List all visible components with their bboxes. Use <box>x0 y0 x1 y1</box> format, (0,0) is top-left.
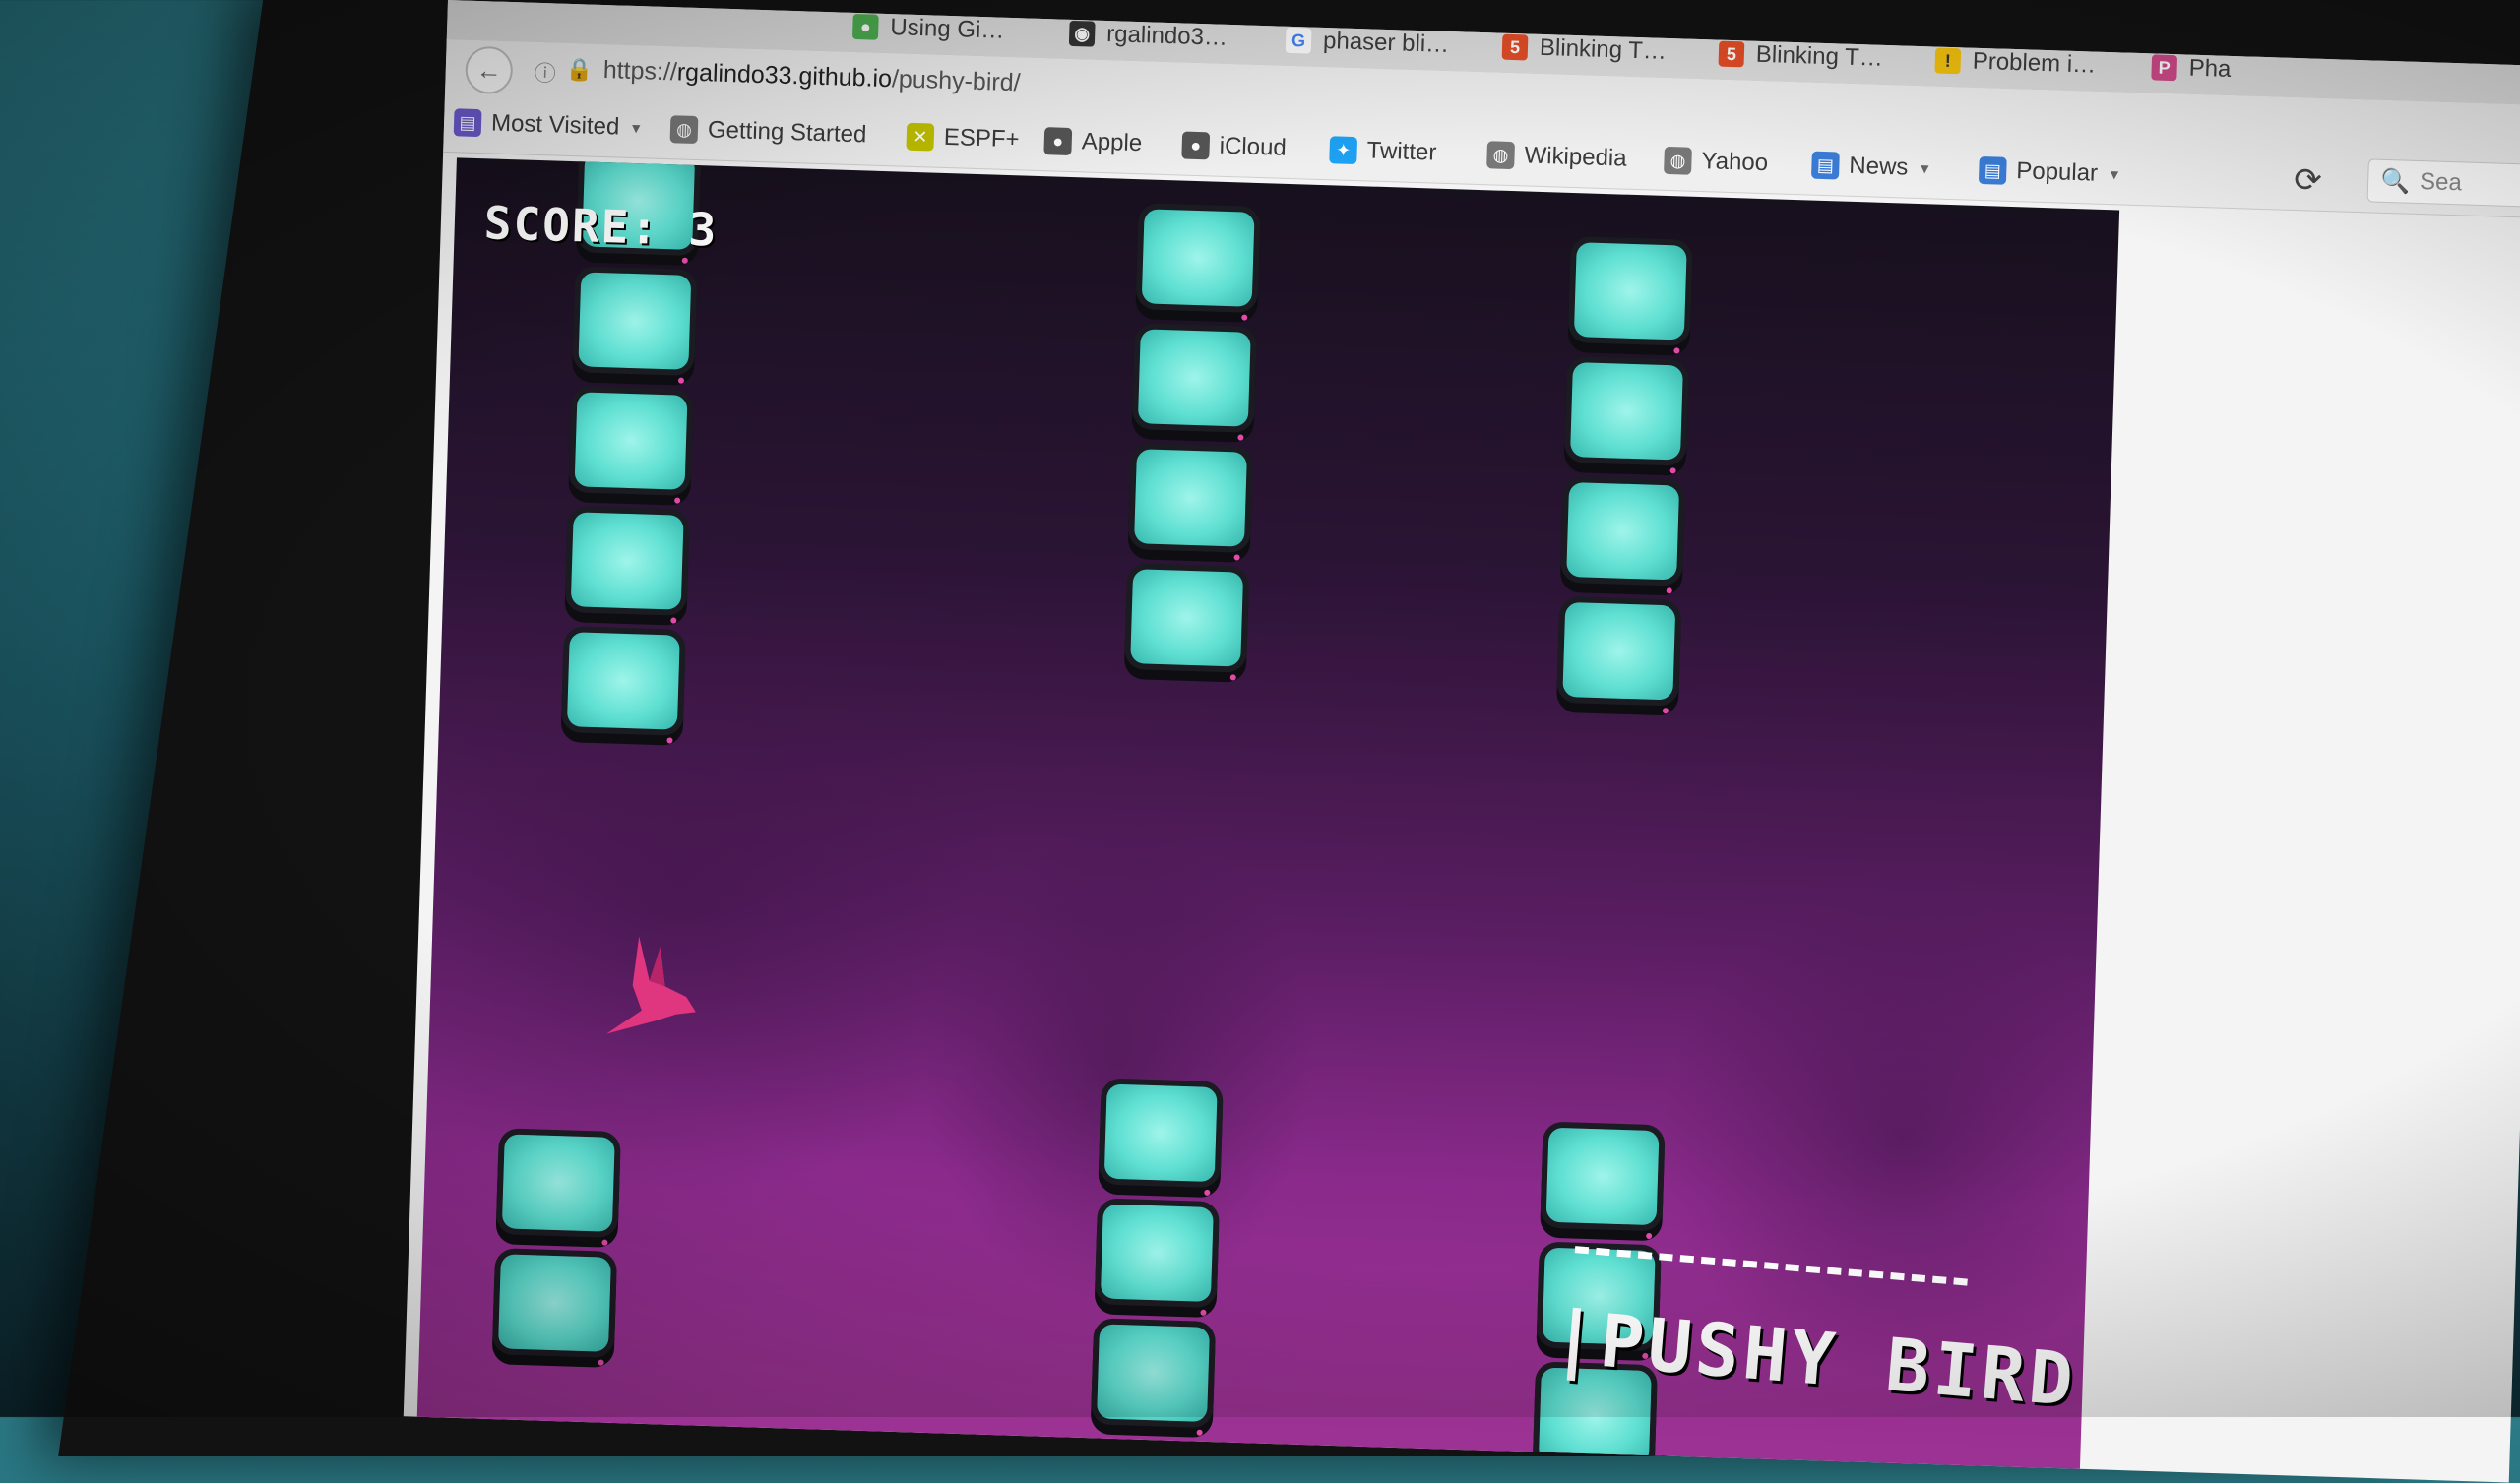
chevron-down-icon: ▼ <box>2107 166 2122 183</box>
score-value: 3 <box>687 202 720 257</box>
bookmark-icloud[interactable]: ● iCloud <box>1181 128 1287 166</box>
tv-block <box>570 512 684 610</box>
tab-label: phaser bli… <box>1322 27 1450 58</box>
lock-icon[interactable]: 🔒 <box>565 57 593 84</box>
game-canvas[interactable]: SCORE: 3 |PUSHY BIRD| <box>416 157 2120 1483</box>
bird-sprite <box>606 936 696 1034</box>
tv-block <box>1100 1204 1214 1302</box>
bookmark-label: ESPF+ <box>943 123 1020 154</box>
html5-icon: 5 <box>1501 33 1529 61</box>
bookmark-label: Popular <box>2015 157 2099 187</box>
url-field[interactable]: https://rgalindo33.github.io/pushy-bird/ <box>602 56 1021 97</box>
warning-icon: ! <box>1934 47 1962 75</box>
github-icon: ● <box>851 13 879 40</box>
search-icon: 🔍 <box>2379 167 2411 196</box>
bookmark-label: Apple <box>1081 128 1143 157</box>
tv-block <box>1545 1127 1660 1226</box>
tv-block <box>1141 209 1255 307</box>
score-label: SCORE: <box>483 196 661 255</box>
top-pipe-2 <box>1130 209 1255 667</box>
folder-icon: ▤ <box>453 108 482 138</box>
globe-icon: ◍ <box>1664 146 1692 175</box>
bookmark-label: Twitter <box>1366 137 1437 166</box>
tab-label: Blinking T… <box>1755 40 1884 72</box>
bookmark-twitter[interactable]: ✦ Twitter <box>1329 132 1437 170</box>
tab-label: rgalindo3… <box>1105 21 1228 51</box>
chevron-down-icon: ▼ <box>629 119 644 137</box>
tv-block <box>578 272 692 370</box>
search-input[interactable]: 🔍 Sea <box>2366 158 2520 210</box>
top-pipe-3 <box>1562 242 1687 701</box>
bookmark-label: iCloud <box>1219 132 1288 161</box>
tv-block <box>1134 449 1247 547</box>
tab-label: Blinking T… <box>1539 33 1668 65</box>
reload-icon[interactable]: ⟳ <box>2294 160 2323 201</box>
folder-icon: ▤ <box>1978 155 2007 185</box>
bookmark-wikipedia[interactable]: ◍ Wikipedia <box>1486 137 1627 176</box>
bookmark-espf[interactable]: ✕ ESPF+ <box>906 119 1020 158</box>
tab-label: Using Gi… <box>889 14 1005 44</box>
tv-block <box>1130 569 1244 667</box>
bookmark-label: News <box>1848 152 1909 181</box>
bottom-pipe-2 <box>1097 1083 1218 1422</box>
score-display: SCORE: 3 <box>483 196 719 256</box>
bookmark-label: Yahoo <box>1701 148 1769 177</box>
globe-icon: ◍ <box>1486 141 1516 170</box>
tv-block <box>1562 601 1676 701</box>
back-arrow-icon[interactable]: ← <box>465 45 514 95</box>
folder-icon: ▤ <box>1810 151 1840 180</box>
twitter-icon: ✦ <box>1329 136 1358 165</box>
bookmark-getting-started[interactable]: ◍ Getting Started <box>669 111 867 153</box>
bookmark-label: Most Visited <box>490 109 620 141</box>
tv-block <box>501 1134 615 1232</box>
bottom-pipe-1 <box>497 1134 615 1352</box>
globe-icon: ◍ <box>669 115 699 145</box>
phaser-icon: P <box>2151 54 2178 82</box>
github-icon: ◉ <box>1068 20 1096 47</box>
tv-block <box>1103 1083 1218 1183</box>
chevron-down-icon: ▼ <box>1918 159 1932 177</box>
url-path: /pushy-bird/ <box>891 65 1021 97</box>
bookmark-label: Wikipedia <box>1524 142 1627 172</box>
tab-label: Problem i… <box>1972 47 2097 79</box>
url-scheme: https:// <box>602 56 678 87</box>
tv-block <box>1573 242 1687 340</box>
tv-block <box>1569 362 1683 461</box>
bookmark-news[interactable]: ▤ News ▼ <box>1810 148 1932 187</box>
apple-icon: ● <box>1043 127 1073 155</box>
bookmark-yahoo[interactable]: ◍ Yahoo <box>1664 143 1769 181</box>
bookmark-label: Getting Started <box>707 116 867 149</box>
tab-label: Pha <box>2188 54 2232 83</box>
info-icon[interactable]: ⓘ <box>534 56 556 89</box>
tv-block <box>1566 482 1680 581</box>
tv-block <box>1137 329 1251 427</box>
bookmark-popular[interactable]: ▤ Popular ▼ <box>1978 153 2122 193</box>
bookmark-apple[interactable]: ● Apple <box>1043 123 1143 161</box>
url-host: rgalindo33.github.io <box>676 58 893 93</box>
browser-window: ● Using Gi… ◉ rgalindo3… G phaser bli… 5… <box>403 0 2520 1483</box>
bookmark-most-visited[interactable]: ▤ Most Visited ▼ <box>453 104 644 146</box>
html5-icon: 5 <box>1718 40 1745 68</box>
tv-block <box>566 632 680 730</box>
search-placeholder: Sea <box>2419 168 2463 197</box>
tv-block <box>1097 1324 1211 1422</box>
apple-icon: ● <box>1181 131 1211 160</box>
tv-block <box>574 392 688 490</box>
tv-block <box>497 1254 611 1352</box>
google-icon: G <box>1285 27 1312 54</box>
espn-icon: ✕ <box>906 122 935 152</box>
